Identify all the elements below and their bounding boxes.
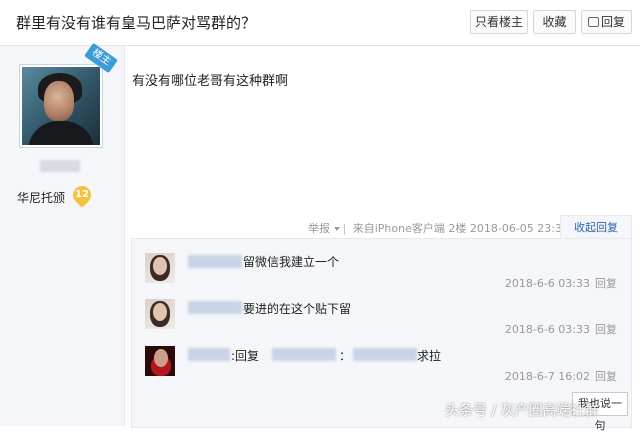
watermark: 头条号 / 灰产圈高端社群 (445, 403, 599, 419)
report-link[interactable]: 举报 (308, 222, 330, 235)
comment-reply-link[interactable]: 回复 (595, 370, 617, 383)
comment-meta: 2018-6-6 03:33 回复 (505, 275, 617, 291)
comment-reply-prefix: :回复 (231, 349, 260, 363)
post-time: 2018-06-05 23:38 (469, 222, 569, 235)
commenter-avatar[interactable] (145, 253, 175, 283)
comment-reply-link[interactable]: 回复 (595, 277, 617, 290)
comment-meta: 2018-6-6 03:33 回复 (505, 321, 617, 337)
thread-header: 群里有没有谁有皇马巴萨对骂群的？ 只看楼主 收藏 回复 (0, 0, 640, 46)
favorite-button[interactable]: 收藏 (533, 10, 576, 34)
comment-reply-link[interactable]: 回复 (595, 323, 617, 336)
report-caret-icon[interactable] (333, 227, 340, 231)
level-badge: 12 (69, 182, 95, 208)
post-floor: 2楼 (448, 222, 467, 235)
reply-icon (587, 16, 599, 27)
comment-text: 留微信我建立一个 (243, 255, 340, 269)
reply-button-label: 回复 (600, 15, 625, 29)
collapse-replies-link[interactable]: 收起回复 (560, 215, 632, 240)
commenter-avatar[interactable] (145, 299, 175, 329)
comment-time: 2018-6-7 16:02 (504, 370, 590, 383)
reply-button[interactable]: 回复 (581, 10, 632, 34)
blurred-commenter-name (188, 301, 242, 314)
thread-title: 群里有没有谁有皇马巴萨对骂群的？ (16, 14, 257, 32)
comment-separator: ： (339, 349, 352, 363)
blurred-replied-name (272, 348, 336, 361)
author-name[interactable]: 华尼托颁 (17, 189, 65, 206)
post-meta: 举报 | 来自iPhone客户端 2楼 2018-06-05 23:38 (308, 222, 569, 235)
comment-meta: 2018-6-7 16:02 回复 (505, 368, 617, 384)
blurred-comment-text (353, 348, 417, 361)
commenter-avatar[interactable] (145, 346, 175, 376)
only-op-button[interactable]: 只看楼主 (470, 10, 528, 34)
post-content: 有没有哪位老哥有这种群啊 (132, 74, 289, 89)
comment-text: 要进的在这个贴下留 (243, 302, 352, 316)
post-source: 来自iPhone客户端 (352, 222, 445, 235)
comment-time: 2018-6-6 03:33 (504, 323, 590, 336)
blurred-username (40, 160, 80, 172)
author-avatar[interactable] (19, 64, 103, 148)
blurred-commenter-name (188, 255, 242, 268)
comment-time: 2018-6-6 03:33 (504, 277, 590, 290)
level-number: 12 (75, 189, 89, 200)
comment-text: 求拉 (417, 349, 442, 363)
avatar-image (22, 67, 100, 145)
blurred-commenter-name (188, 348, 230, 361)
